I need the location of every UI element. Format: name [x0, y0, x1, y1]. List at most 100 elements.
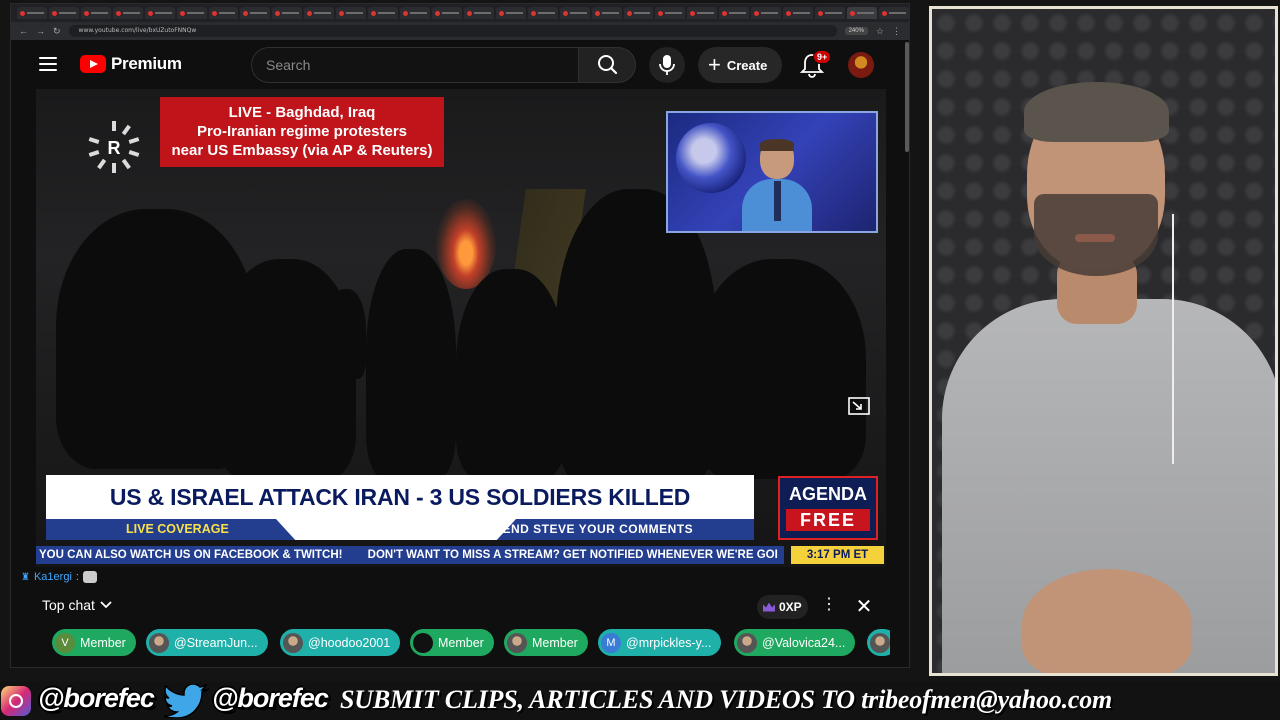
- star-icon[interactable]: ☆: [876, 26, 884, 36]
- browser-tab-active[interactable]: [846, 7, 877, 19]
- browser-tab[interactable]: [17, 7, 47, 19]
- browser-tab[interactable]: [240, 7, 271, 19]
- browser-tab-strip: [11, 4, 909, 22]
- youtube-header: Premium + Create 9+: [11, 42, 909, 88]
- chip-label: Member: [438, 635, 484, 650]
- gift-chip[interactable]: Member: [410, 629, 494, 656]
- gift-chip[interactable]: M @mrpickles-y...: [598, 629, 722, 656]
- chip-avatar: V: [55, 632, 75, 653]
- browser-tab[interactable]: [655, 7, 686, 19]
- browser-window: ← → ↻ www.youtube.com/live/bxUZutoFNNQw …: [10, 3, 910, 668]
- browser-tab[interactable]: [208, 7, 239, 19]
- crown-icon: [763, 602, 775, 612]
- crowd-silhouette: [456, 269, 566, 479]
- gift-chip[interactable]: @Valovica24...: [734, 629, 856, 656]
- logo-text: Premium: [111, 54, 182, 73]
- forward-icon[interactable]: →: [36, 26, 45, 36]
- browser-tab[interactable]: [48, 7, 79, 19]
- crowd-silhouette: [696, 259, 866, 479]
- video-player[interactable]: R LIVE - Baghdad, Iraq Pro-Iranian regim…: [36, 89, 886, 567]
- browser-tab[interactable]: [878, 7, 909, 19]
- chip-avatar: [870, 632, 890, 653]
- chat-separator: :: [75, 571, 79, 583]
- chat-author[interactable]: Ka1ergi: [34, 571, 72, 583]
- gift-chip[interactable]: Member: [504, 629, 588, 656]
- youtube-logo[interactable]: Premium: [80, 54, 182, 74]
- xp-badge[interactable]: 0XP: [757, 595, 808, 619]
- create-button[interactable]: + Create: [698, 47, 782, 83]
- notification-count-badge: 9+: [813, 50, 832, 64]
- back-icon[interactable]: ←: [19, 26, 28, 36]
- chip-avatar: M: [601, 632, 621, 653]
- browser-tab[interactable]: [559, 7, 590, 19]
- browser-tab[interactable]: [687, 7, 718, 19]
- agenda-logo-bottom: FREE: [786, 509, 870, 531]
- more-vert-icon[interactable]: ⋮: [821, 597, 837, 617]
- browser-tab[interactable]: [527, 7, 558, 19]
- browser-tab[interactable]: [783, 7, 814, 19]
- live-overlay-line: near US Embassy (via AP & Reuters): [171, 142, 433, 159]
- chip-label: Member: [80, 635, 126, 650]
- chip-label: Member: [532, 635, 578, 650]
- url-bar[interactable]: www.youtube.com/live/bxUZutoFNNQw: [68, 25, 837, 37]
- headline: US & ISRAEL ATTACK IRAN - 3 US SOLDIERS …: [46, 475, 754, 519]
- browser-tab[interactable]: [751, 7, 782, 19]
- mic-icon: [659, 55, 675, 75]
- browser-tab[interactable]: [495, 7, 526, 19]
- browser-tab[interactable]: [336, 7, 367, 19]
- ticker-item: YOU CAN ALSO WATCH US ON FACEBOOK & TWIT…: [39, 549, 343, 561]
- twitter-bird-icon: [163, 684, 210, 718]
- chip-avatar: [737, 632, 757, 653]
- gifted-members-row: V Member @StreamJun... @hoodoo2001 Membe…: [52, 629, 890, 657]
- menu-icon[interactable]: [39, 57, 57, 71]
- browser-tab[interactable]: [463, 7, 494, 19]
- browser-tab[interactable]: [368, 7, 399, 19]
- channel-logo-letter: R: [108, 138, 121, 158]
- browser-tab[interactable]: [815, 7, 845, 19]
- chip-avatar: [283, 632, 303, 653]
- live-location-overlay: LIVE - Baghdad, Iraq Pro-Iranian regime …: [160, 97, 444, 167]
- browser-tab[interactable]: [112, 7, 143, 19]
- chat-mode-label: Top chat: [42, 597, 95, 613]
- host-pip-inset: [666, 111, 878, 233]
- chip-label: @mrpickles-y...: [626, 635, 712, 650]
- youtube-logo-icon: [80, 55, 106, 73]
- voice-search-button[interactable]: [649, 47, 685, 83]
- gift-chip[interactable]: @hoodoo2001: [280, 629, 401, 656]
- gift-chip[interactable]: @StreamJun...: [146, 629, 268, 656]
- search-button[interactable]: [578, 47, 636, 83]
- browser-tab[interactable]: [272, 7, 303, 19]
- browser-tab[interactable]: [176, 7, 207, 19]
- live-chat-panel: Top chat 0XP ⋮ ✕ V Member @StreamJun...: [31, 591, 890, 661]
- chevron-down-icon: [100, 601, 112, 609]
- agenda-free-logo: AGENDA FREE: [778, 476, 878, 540]
- send-comments-label: SEND STEVE YOUR COMMENTS: [494, 522, 694, 536]
- search-input[interactable]: [251, 47, 579, 83]
- reload-icon[interactable]: ↻: [53, 26, 61, 36]
- stream-screen: ← → ↻ www.youtube.com/live/bxUZutoFNNQw …: [0, 0, 1280, 720]
- page-scrollbar[interactable]: [905, 42, 909, 152]
- zoom-level[interactable]: 240%: [844, 27, 868, 35]
- browser-tab[interactable]: [304, 7, 335, 19]
- browser-menu-icon[interactable]: ⋮: [892, 26, 901, 36]
- browser-tab[interactable]: [80, 7, 111, 19]
- browser-tab[interactable]: [400, 7, 430, 19]
- miniplayer-icon[interactable]: [848, 397, 870, 415]
- gift-chip[interactable]: V Member: [52, 629, 136, 656]
- browser-tab[interactable]: [719, 7, 750, 19]
- browser-tab[interactable]: [431, 7, 462, 19]
- ticker-clock: 3:17 PM ET: [791, 546, 884, 564]
- twitter-handle: @borefec: [212, 683, 329, 713]
- chat-mode-dropdown[interactable]: Top chat: [42, 597, 112, 613]
- browser-tab[interactable]: [144, 7, 175, 19]
- chip-avatar: [149, 632, 169, 653]
- instagram-icon: [1, 686, 31, 716]
- browser-tab[interactable]: [623, 7, 654, 19]
- coverage-bar: LIVE COVERAGE SEND STEVE YOUR COMMENTS: [46, 519, 754, 540]
- close-icon[interactable]: ✕: [854, 595, 874, 619]
- account-avatar[interactable]: [848, 52, 874, 78]
- news-lower-third: US & ISRAEL ATTACK IRAN - 3 US SOLDIERS …: [36, 475, 886, 555]
- live-overlay-line: LIVE - Baghdad, Iraq: [228, 104, 376, 121]
- gift-chip-partial[interactable]: [867, 629, 890, 656]
- browser-tab[interactable]: [591, 7, 622, 19]
